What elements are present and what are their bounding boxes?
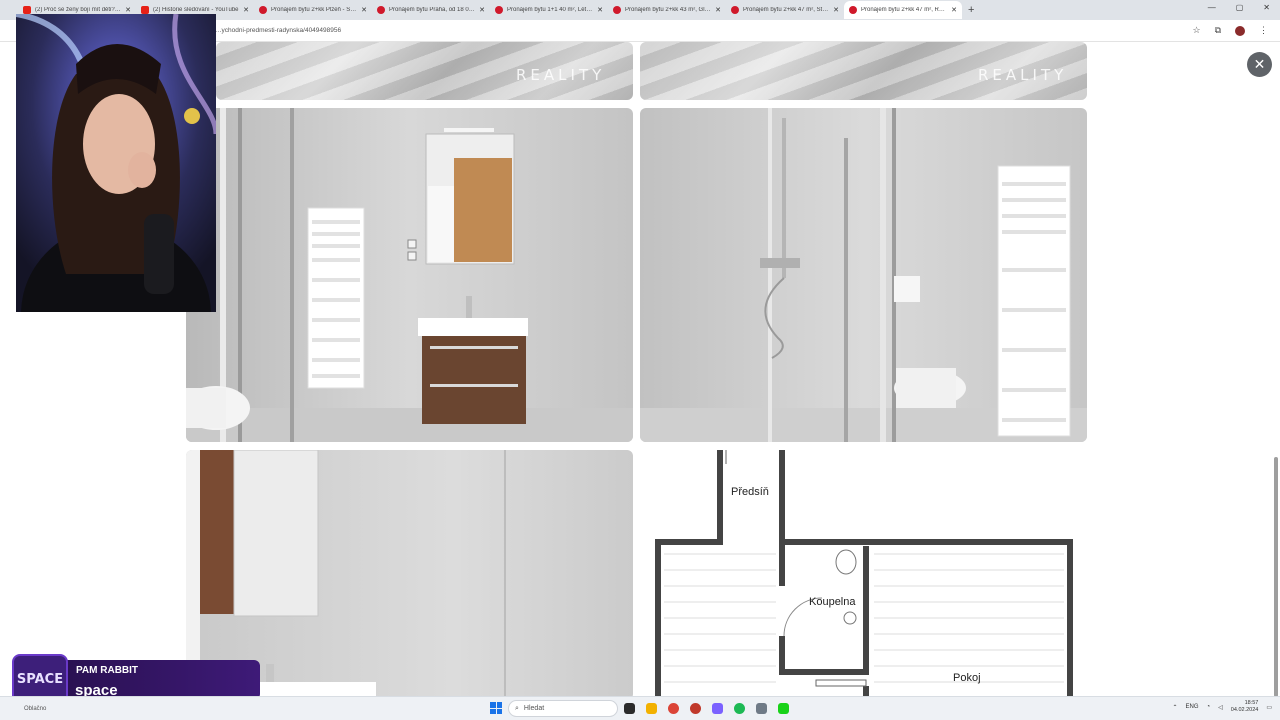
settings-icon[interactable] [756,703,767,714]
search-placeholder: Hledat [523,705,545,712]
clock[interactable]: 18:57 04.02.2024 [1231,700,1259,714]
youtube-icon [141,6,149,14]
notification-icon[interactable]: ▭ [1266,704,1272,711]
maximize-icon[interactable]: ▢ [1236,3,1244,12]
browser-tab[interactable]: Pronájem bytu 2+kk Plzeň - Sv… ✕ [254,1,372,19]
file-explorer-icon[interactable] [646,703,657,714]
sreality-icon [731,6,739,14]
streamer-name: PAM RABBIT [76,665,139,676]
floorplan-label-room: Pokoj [953,672,981,684]
floorplan-label-bathroom: Koupelna [809,596,856,608]
taskbar-search[interactable]: ⌕ Hledat [508,700,618,717]
browser-tab[interactable]: Pronájem bytu 1+1 40 m², Léta… ✕ [490,1,608,19]
menu-icon[interactable]: ⋮ [1259,25,1268,36]
browser-tab-active[interactable]: Pronájem bytu 2+kk 47 m², Ra… ✕ [844,1,962,19]
star-icon[interactable]: ☆ [1192,25,1200,36]
close-tab-icon[interactable]: ✕ [597,6,603,14]
tab-title: Pronájem bytu 1+1 40 m², Léta… [507,7,594,13]
scrollbar-thumb[interactable] [1274,457,1278,696]
task-view-icon[interactable] [624,703,635,714]
app-icon[interactable] [690,703,701,714]
webcam-overlay [16,14,216,312]
bathroom-shower-image [640,108,1087,442]
close-gallery-button[interactable]: ✕ [1247,52,1272,77]
tab-title: Pronájem bytu 2+kk Plzeň - Sv… [271,7,358,13]
close-tab-icon[interactable]: ✕ [715,6,721,14]
system-tray: ⌃ ENG ◔ ◁ 18:57 04.02.2024 ▭ [1173,700,1273,714]
close-tab-icon[interactable]: ✕ [361,6,367,14]
new-tab-button[interactable]: + [968,4,974,16]
search-icon: ⌕ [515,704,519,712]
close-tab-icon[interactable]: ✕ [479,6,485,14]
minimize-icon[interactable]: — [1208,3,1216,12]
close-icon: ✕ [1253,56,1266,72]
tab-title: Pronájem bytu Praha, od 18 00… [389,7,476,13]
clock-time: 18:57 [1244,700,1259,706]
sreality-icon [613,6,621,14]
gallery-photo-bathroom-sink[interactable] [186,108,633,442]
gallery-photo[interactable]: REALITY [216,42,633,100]
chrome-icon[interactable] [668,703,679,714]
weather-widget[interactable]: Oblačno [24,706,46,712]
screen: (2) Proč se ženy bojí mít děti? I… ✕ (2)… [0,0,1280,720]
webcam-feed-image [16,14,216,312]
browser-tab[interactable]: Pronájem bytu 2+kk 47 m², Ští… ✕ [726,1,844,19]
window-controls: — ▢ ✕ [1208,3,1270,12]
close-tab-icon[interactable]: ✕ [125,6,131,14]
sreality-icon [259,6,267,14]
profile-avatar-icon[interactable] [1235,25,1245,36]
close-tab-icon[interactable]: ✕ [951,6,957,14]
sreality-icon [495,6,503,14]
obs-icon[interactable] [778,703,789,714]
lang-indicator[interactable]: ENG [1186,704,1199,710]
close-tab-icon[interactable]: ✕ [243,6,249,14]
wifi-icon[interactable]: ◔ [1207,704,1211,710]
sreality-icon [849,6,857,14]
tab-title: (2) Proč se ženy bojí mít děti? I… [35,7,122,13]
sreality-icon [377,6,385,14]
floorplan-label-hall: Předsíň [731,486,769,498]
tab-title: Pronájem bytu 2+kk 43 m², Gl… [625,7,711,13]
extensions-icon[interactable]: ⧉ [1215,25,1221,36]
url-field[interactable]: …ychodni-predmesti-radynska/4049498956 [215,27,341,34]
discord-icon[interactable] [712,703,723,714]
address-bar-actions: ☆ ⧉ ⋮ [1192,25,1268,36]
bathroom-sink-image [186,108,633,442]
volume-icon[interactable]: ◁ [1218,704,1223,711]
spotify-icon[interactable] [734,703,745,714]
tab-title: Pronájem bytu 2+kk 47 m², Ra… [861,7,948,13]
watermark-text: REALITY [516,66,606,84]
gallery-floorplan[interactable]: Předsíň Koupelna Pokoj [640,450,1087,696]
gallery-photo[interactable]: REALITY [640,42,1087,100]
tab-title: Pronájem bytu 2+kk 47 m², Ští… [743,7,830,13]
clock-date: 04.02.2024 [1230,707,1259,713]
chevron-up-icon[interactable]: ⌃ [1173,704,1178,711]
watermark-text: REALITY [978,66,1068,84]
close-window-icon[interactable]: ✕ [1263,3,1270,12]
floorplan-drawing [640,450,1087,696]
browser-tab[interactable]: Pronájem bytu Praha, od 18 00… ✕ [372,1,490,19]
start-button[interactable] [490,702,502,714]
taskbar: Oblačno ⌕ Hledat ⌃ ENG ◔ ◁ 18:57 04.02.2… [0,696,1280,720]
close-tab-icon[interactable]: ✕ [833,6,839,14]
youtube-icon [23,6,31,14]
gallery-photo-bathroom-shower[interactable] [640,108,1087,442]
browser-tab[interactable]: Pronájem bytu 2+kk 43 m², Gl… ✕ [608,1,726,19]
tab-title: (2) Historie sledování - YouTube [153,7,239,13]
